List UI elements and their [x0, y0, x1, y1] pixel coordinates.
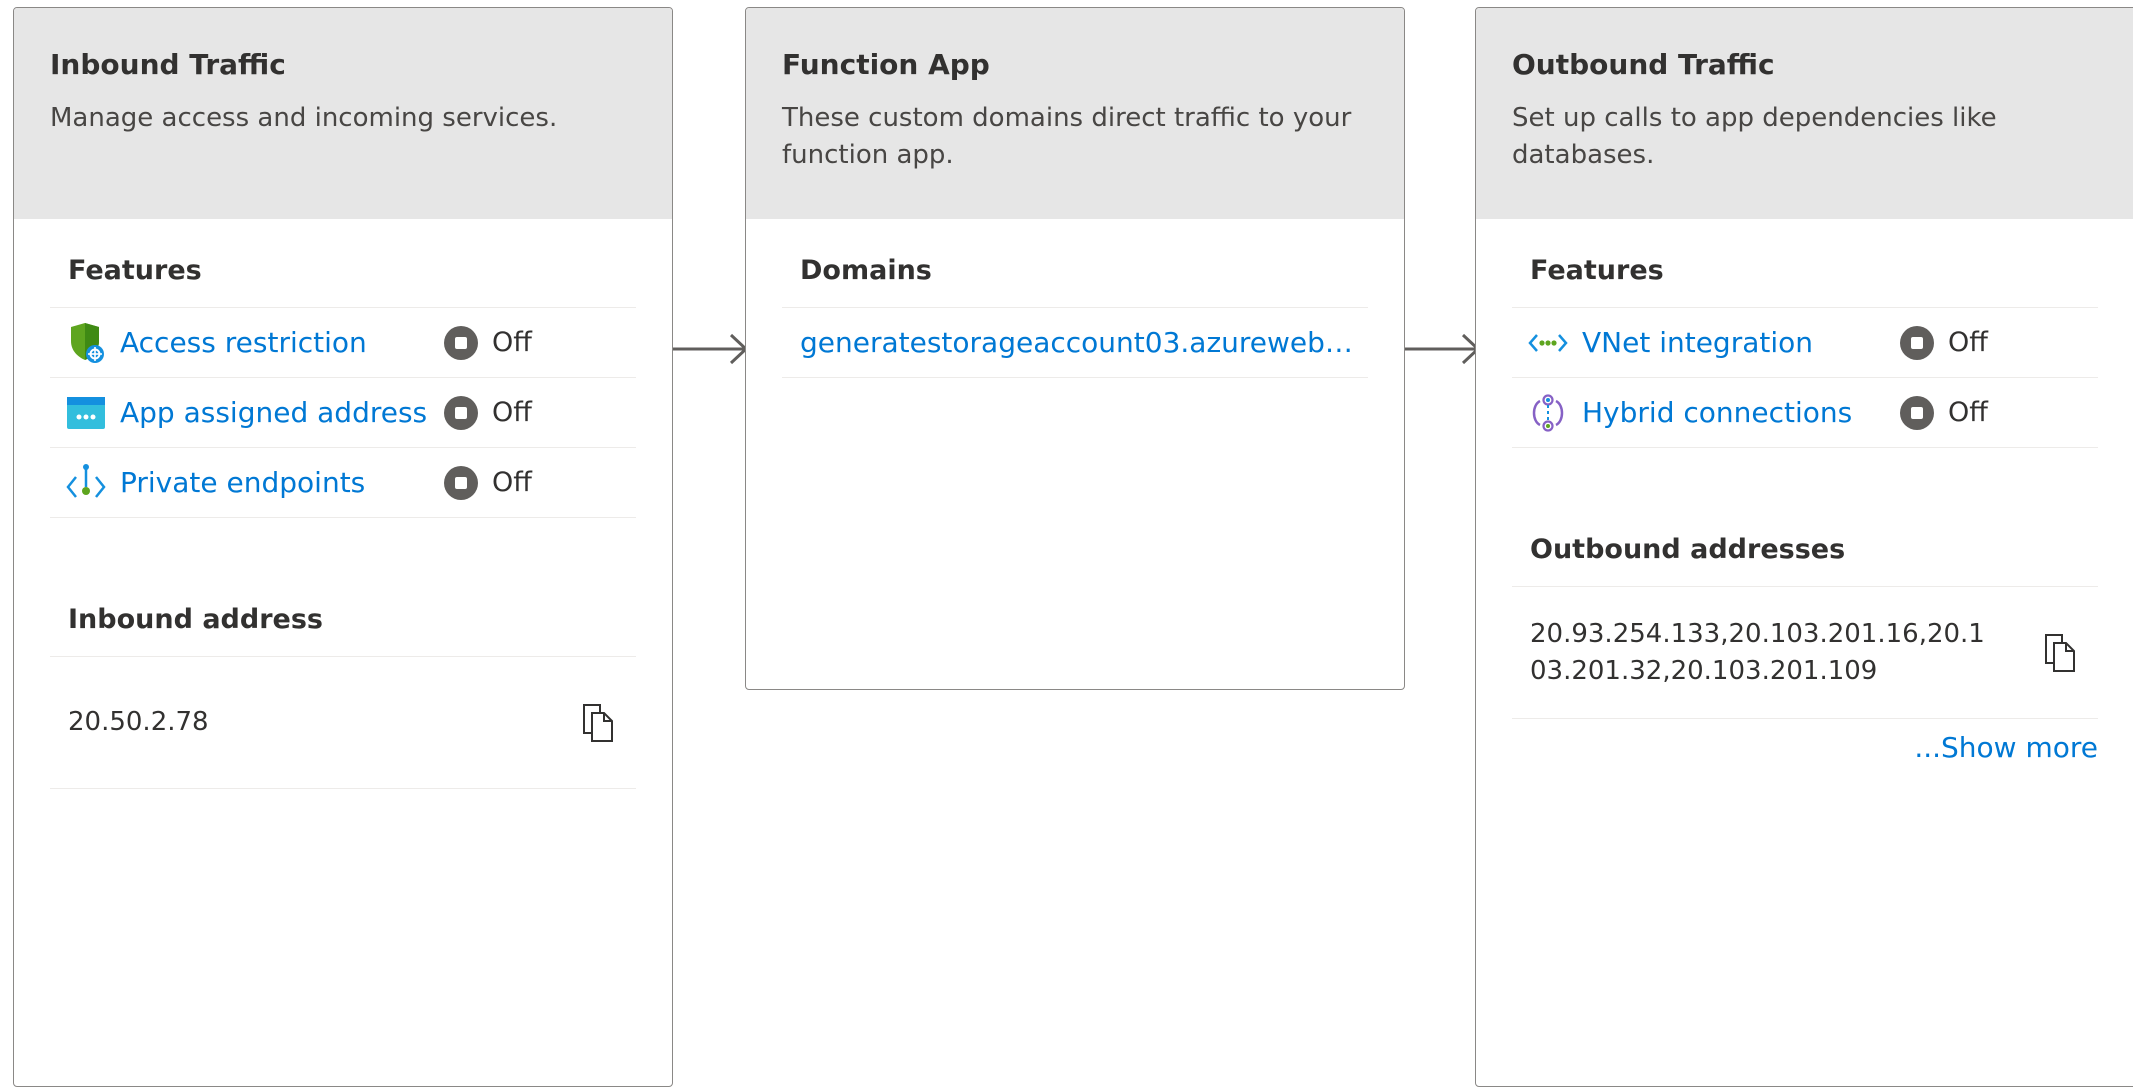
inbound-card-header: Inbound Traffic Manage access and incomi…: [14, 8, 672, 219]
feature-row-access-restriction[interactable]: Access restriction Off: [50, 308, 636, 378]
outbound-card-header: Outbound Traffic Set up calls to app dep…: [1476, 8, 2133, 219]
arrow-right-icon: [673, 333, 748, 365]
inbound-address-value: 20.50.2.78: [68, 707, 209, 737]
outbound-title: Outbound Traffic: [1512, 48, 1775, 81]
domains-heading: Domains: [800, 255, 932, 286]
inbound-address-row: 20.50.2.78: [50, 657, 636, 789]
arrow-right-icon: [1405, 333, 1480, 365]
function-app-title: Function App: [782, 48, 990, 81]
outbound-description: Set up calls to app dependencies like da…: [1512, 102, 1997, 170]
private-endpoints-status: Off: [444, 465, 532, 500]
hybrid-connection-icon: [1528, 393, 1568, 433]
inbound-features-heading: Features: [68, 255, 202, 286]
app-assigned-address-status: Off: [444, 395, 532, 430]
private-endpoint-icon: [66, 463, 106, 503]
feature-row-vnet-integration[interactable]: VNet integration Off: [1512, 308, 2098, 378]
vnet-integration-link[interactable]: VNet integration: [1582, 326, 1813, 359]
stop-icon: [444, 395, 478, 430]
shield-icon: [66, 322, 106, 363]
domain-row[interactable]: generatestorageaccount03.azurewebsites.n…: [782, 308, 1368, 378]
function-app-description: These custom domains direct traffic to y…: [782, 102, 1352, 170]
inbound-address-heading: Inbound address: [68, 604, 323, 635]
feature-row-app-assigned-address[interactable]: App assigned address Off: [50, 378, 636, 448]
private-endpoints-link[interactable]: Private endpoints: [120, 466, 365, 499]
inbound-traffic-card: Inbound Traffic Manage access and incomi…: [13, 7, 673, 1087]
outbound-addresses-heading: Outbound addresses: [1530, 534, 1846, 565]
domain-link[interactable]: generatestorageaccount03.azurewebsites.n…: [800, 326, 1360, 359]
outbound-addresses-value: 20.93.254.133,20.103.201.16,20.103.201.3…: [1530, 618, 1985, 686]
stop-icon: [1900, 395, 1934, 430]
feature-row-hybrid-connections[interactable]: Hybrid connections Off: [1512, 378, 2098, 448]
feature-row-private-endpoints[interactable]: Private endpoints Off: [50, 448, 636, 518]
access-restriction-link[interactable]: Access restriction: [120, 326, 367, 359]
outbound-traffic-card: Outbound Traffic Set up calls to app dep…: [1475, 7, 2133, 1087]
hybrid-connections-status: Off: [1900, 395, 1988, 430]
stop-icon: [1900, 325, 1934, 360]
function-app-card-header: Function App These custom domains direct…: [746, 8, 1404, 219]
address-icon: [66, 393, 106, 433]
copy-icon[interactable]: [578, 701, 618, 745]
hybrid-connections-link[interactable]: Hybrid connections: [1582, 396, 1852, 429]
copy-icon[interactable]: [2040, 631, 2080, 675]
access-restriction-status: Off: [444, 325, 532, 360]
show-more-link[interactable]: ...Show more: [1512, 731, 2098, 764]
stop-icon: [444, 325, 478, 360]
inbound-title: Inbound Traffic: [50, 48, 286, 81]
inbound-description: Manage access and incoming services.: [50, 102, 558, 133]
outbound-features-heading: Features: [1530, 255, 1664, 286]
vnet-integration-status: Off: [1900, 325, 1988, 360]
app-assigned-address-link[interactable]: App assigned address: [120, 396, 427, 429]
stop-icon: [444, 465, 478, 500]
outbound-addresses-row: 20.93.254.133,20.103.201.16,20.103.201.3…: [1512, 587, 2098, 719]
function-app-card: Function App These custom domains direct…: [745, 7, 1405, 690]
vnet-icon: [1528, 323, 1568, 363]
